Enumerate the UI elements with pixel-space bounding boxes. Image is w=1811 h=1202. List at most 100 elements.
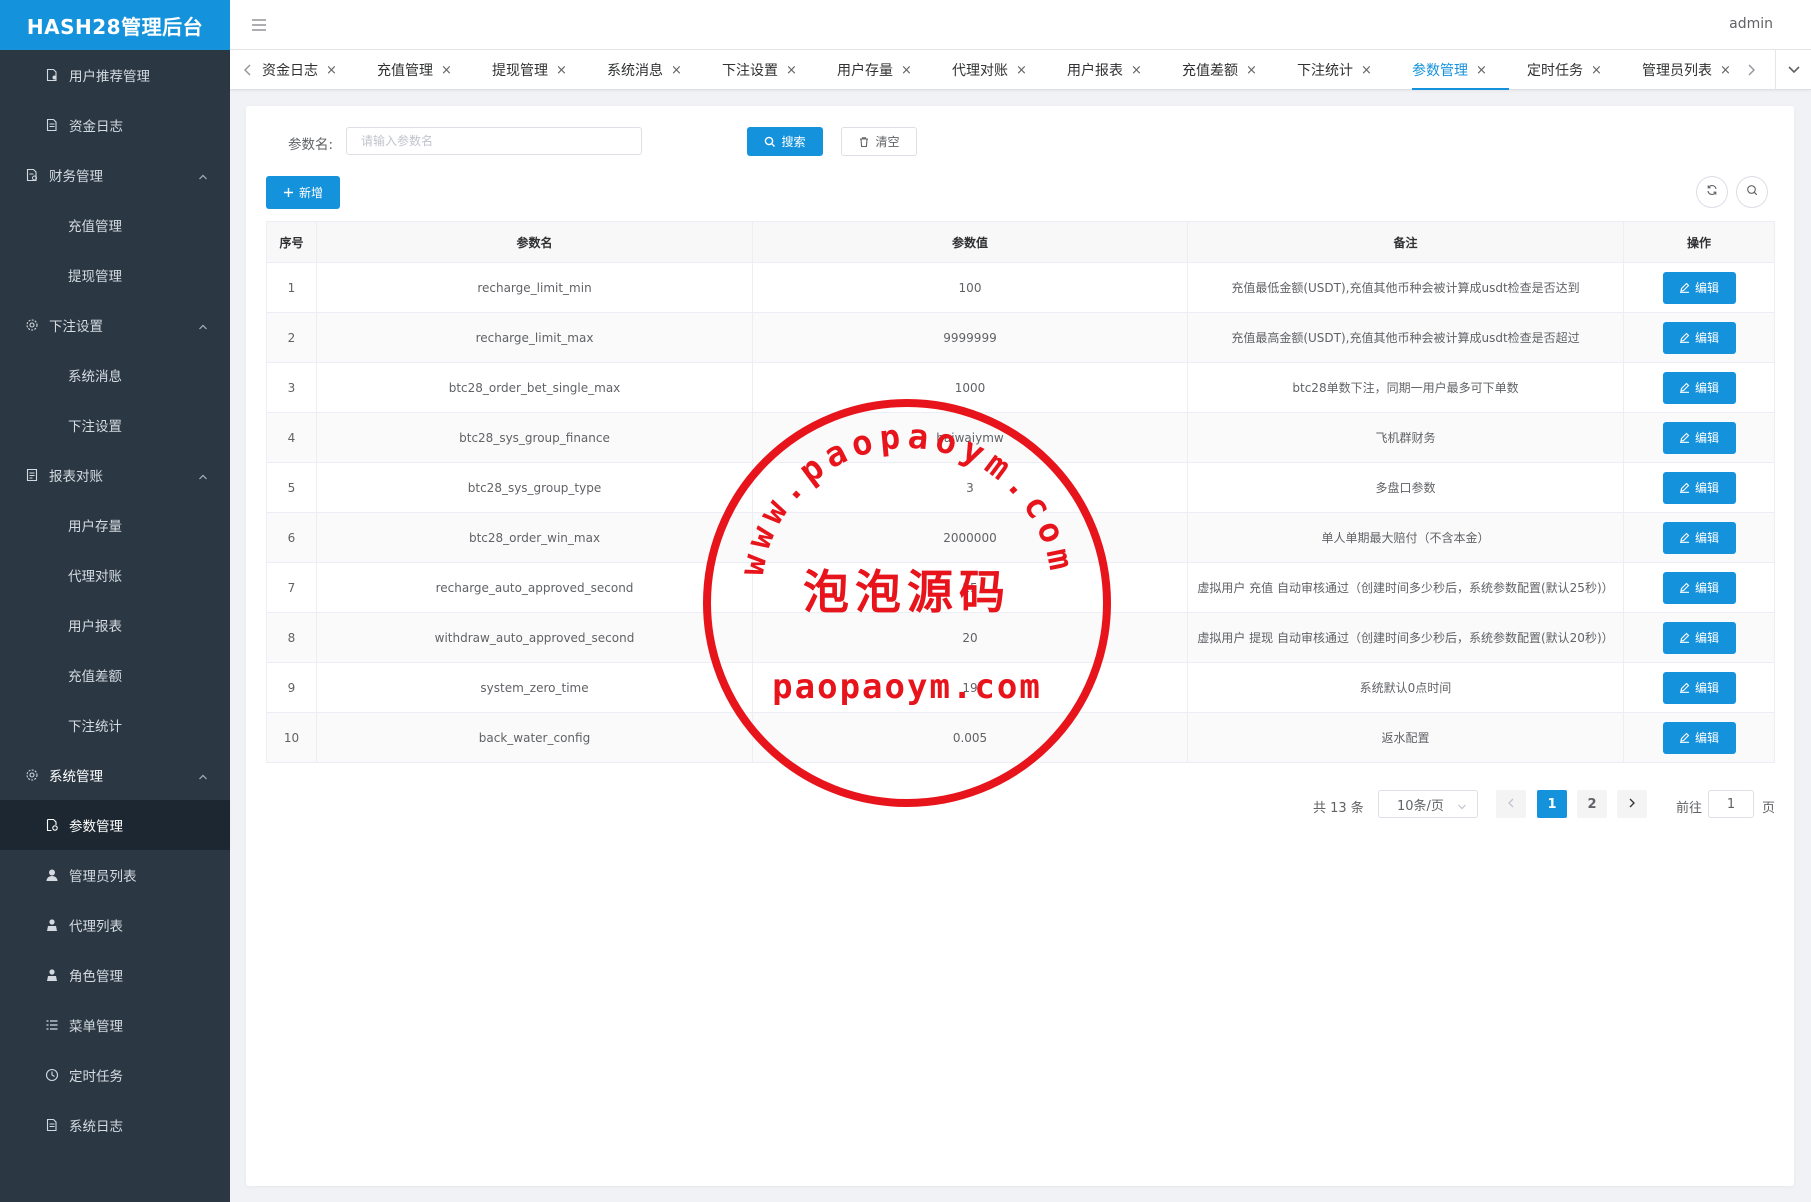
close-icon[interactable]: × [671,63,682,78]
sidebar-item-14[interactable]: 系统管理 [0,750,230,800]
sidebar-item-18[interactable]: 角色管理 [0,950,230,1000]
tab-6[interactable]: 代理对账 × [952,50,1067,90]
tab-5[interactable]: 用户存量 × [837,50,952,90]
sidebar-item-15[interactable]: 参数管理 [0,800,230,850]
toggle-search-button[interactable] [1736,176,1768,208]
close-icon[interactable]: × [1361,63,1372,78]
sidebar-item-10[interactable]: 代理对账 [0,550,230,600]
search-button[interactable]: 搜索 [747,127,823,156]
sidebar-item-17[interactable]: 代理列表 [0,900,230,950]
add-button[interactable]: 新增 [266,176,340,209]
tab-3[interactable]: 系统消息 × [607,50,722,90]
sidebar-item-19[interactable]: 菜单管理 [0,1000,230,1050]
table-row: 4 btc28_sys_group_finance haiwaiymw 飞机群财务 编辑 [266,412,1775,463]
sidebar-item-13[interactable]: 下注统计 [0,700,230,750]
tab-10[interactable]: 参数管理 × [1412,50,1527,90]
close-icon[interactable]: × [901,63,912,78]
cell-actions: 编辑 [1623,412,1775,463]
tab-scroll-right-icon[interactable] [1745,62,1757,78]
tab-dropdown-chevron-down-icon[interactable] [1775,50,1811,90]
close-icon[interactable]: × [786,63,797,78]
close-icon[interactable]: × [1016,63,1027,78]
close-icon[interactable]: × [556,63,567,78]
sidebar-item-label: 财务管理 [49,169,103,185]
sidebar-item-21[interactable]: 系统日志 [0,1100,230,1150]
cell-value: 0.005 [752,712,1188,763]
cell-name: recharge_limit_max [316,312,753,363]
tab-1[interactable]: 充值管理 × [377,50,492,90]
hamburger-menu-icon[interactable] [250,16,268,34]
sidebar-item-2[interactable]: 财务管理 [0,150,230,200]
close-icon[interactable]: × [1131,63,1142,78]
tab-4[interactable]: 下注设置 × [722,50,837,90]
close-icon[interactable]: × [1476,63,1487,78]
tab-8[interactable]: 充值差额 × [1182,50,1297,90]
edit-button[interactable]: 编辑 [1662,321,1736,354]
current-user-name[interactable]: admin [1729,16,1773,32]
chevron-down-icon [1457,800,1467,815]
sidebar-item-16[interactable]: 管理员列表 [0,850,230,900]
edit-button[interactable]: 编辑 [1662,271,1736,304]
list-icon [44,1017,60,1033]
edit-button[interactable]: 编辑 [1662,521,1736,554]
page-1-button[interactable]: 1 [1537,790,1567,818]
tab-9[interactable]: 下注统计 × [1297,50,1412,90]
cell-name: back_water_config [316,712,753,763]
sidebar-item-11[interactable]: 用户报表 [0,600,230,650]
sidebar-item-6[interactable]: 系统消息 [0,350,230,400]
sidebar: HASH28管理后台 用户推荐管理 资金日志 财务管理 充值管理 提现管理 下注设置 系统消… [0,0,230,1202]
next-page-button[interactable] [1617,790,1647,818]
tab-0[interactable]: 资金日志 × [262,50,377,90]
close-icon[interactable]: × [1720,63,1731,78]
edit-button[interactable]: 编辑 [1662,571,1736,604]
tab-scroll-left-icon[interactable] [242,62,254,78]
tab-11[interactable]: 定时任务 × [1527,50,1642,90]
tab-12[interactable]: 管理员列表 × [1642,50,1757,90]
sidebar-item-12[interactable]: 充值差额 [0,650,230,700]
sidebar-item-8[interactable]: 报表对账 [0,450,230,500]
refresh-button[interactable] [1696,176,1728,208]
user-icon [44,867,60,883]
close-icon[interactable]: × [441,63,452,78]
app-logo[interactable]: HASH28管理后台 [0,0,230,50]
clear-button[interactable]: 清空 [841,127,917,156]
edit-button[interactable]: 编辑 [1662,671,1736,704]
sidebar-item-7[interactable]: 下注设置 [0,400,230,450]
edit-button[interactable]: 编辑 [1662,721,1736,754]
params-table: 序号 参数名 参数值 备注 操作 1 recharge_limit_min 100 充… [266,221,1775,763]
close-icon[interactable]: × [1246,63,1257,78]
edit-button[interactable]: 编辑 [1662,471,1736,504]
page-size-select[interactable]: 10条/页 [1378,790,1478,818]
sidebar-item-9[interactable]: 用户存量 [0,500,230,550]
edit-icon [1679,682,1690,693]
search-param-label: 参数名: [288,137,334,153]
edit-icon [1679,332,1690,343]
prev-page-button[interactable] [1496,790,1526,818]
close-icon[interactable]: × [326,63,337,78]
cell-value: 2000000 [752,512,1188,563]
sidebar-item-3[interactable]: 充值管理 [0,200,230,250]
edit-button[interactable]: 编辑 [1662,371,1736,404]
goto-page-label: 前往 [1676,801,1703,816]
sidebar-item-20[interactable]: 定时任务 [0,1050,230,1100]
sidebar-item-5[interactable]: 下注设置 [0,300,230,350]
tab-7[interactable]: 用户报表 × [1067,50,1182,90]
edit-button[interactable]: 编辑 [1662,621,1736,654]
param-name-search-input[interactable] [346,127,642,155]
sidebar-item-0[interactable]: 用户推荐管理 [0,50,230,100]
edit-button[interactable]: 编辑 [1662,421,1736,454]
sidebar-item-4[interactable]: 提现管理 [0,250,230,300]
tabs-bar: 资金日志 × 充值管理 × 提现管理 × 系统消息 × 下注设置 × 用户存量 × 代理对账 × 用户报表 ×… [230,50,1811,90]
sidebar-item-label: 参数管理 [69,819,123,835]
sidebar-item-1[interactable]: 资金日志 [0,100,230,150]
cell-name: recharge_limit_min [316,262,753,313]
goto-page-input[interactable] [1708,790,1754,818]
cell-index: 4 [266,412,317,463]
close-icon[interactable]: × [1591,63,1602,78]
table-header-row: 序号 参数名 参数值 备注 操作 [266,221,1775,263]
sidebar-item-label: 管理员列表 [69,869,137,885]
tab-2[interactable]: 提现管理 × [492,50,607,90]
page-2-button[interactable]: 2 [1577,790,1607,818]
sidebar-item-label: 下注设置 [68,419,122,435]
cell-index: 6 [266,512,317,563]
